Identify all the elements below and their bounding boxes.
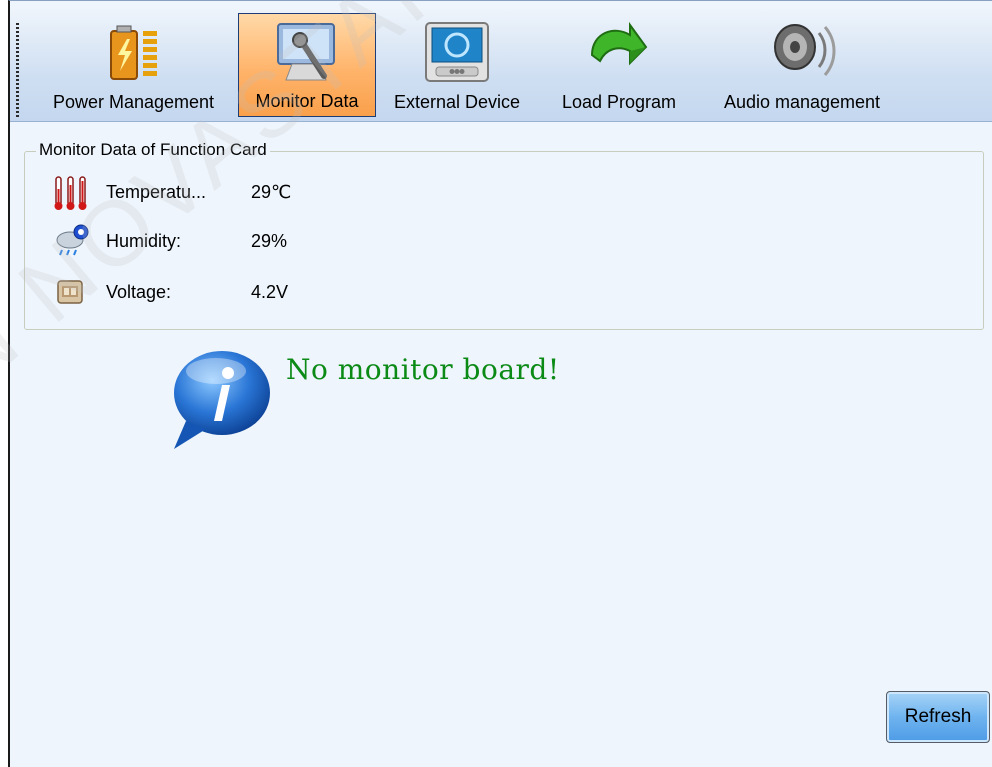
- speaker-icon: [774, 24, 836, 76]
- toolbar: Power Management Monitor Data External D…: [10, 9, 992, 122]
- tab-power-management[interactable]: Power Management: [30, 13, 237, 117]
- groupbox-title: Monitor Data of Function Card: [36, 140, 270, 160]
- tab-audio-management-label: Audio management: [723, 92, 881, 112]
- monitor-data-icon: [277, 23, 335, 81]
- thermometer-icon: [54, 176, 87, 210]
- voltage-value: 4.2V: [251, 282, 289, 302]
- tab-external-device-label: External Device: [393, 92, 521, 112]
- tab-power-management-label: Power Management: [52, 92, 215, 112]
- humidity-value: 29%: [251, 231, 288, 251]
- humidity-label: Humidity:: [106, 231, 182, 251]
- refresh-button[interactable]: Refresh: [886, 691, 990, 743]
- voltage-label: Voltage:: [106, 282, 172, 302]
- tab-monitor-data-label: Monitor Data: [255, 91, 359, 111]
- tab-load-program[interactable]: Load Program: [544, 13, 694, 117]
- toolbar-grip[interactable]: [16, 23, 19, 119]
- info-icon: [174, 351, 270, 449]
- external-device-icon: [425, 22, 489, 82]
- temperature-label: Temperatu...: [106, 182, 207, 202]
- humidity-icon: [56, 224, 89, 256]
- tab-audio-management[interactable]: Audio management: [702, 13, 902, 117]
- tab-external-device[interactable]: External Device: [378, 13, 536, 117]
- monitor-data-window: Power Management Monitor Data External D…: [8, 0, 992, 767]
- tab-load-program-label: Load Program: [561, 92, 677, 112]
- temperature-value: 29℃: [251, 182, 292, 202]
- no-monitor-board-message: No monitor board!: [286, 353, 560, 386]
- battery-icon: [109, 25, 157, 80]
- tab-monitor-data[interactable]: Monitor Data: [238, 13, 376, 117]
- voltage-icon: [57, 280, 83, 304]
- load-program-arrow-icon: [590, 21, 648, 66]
